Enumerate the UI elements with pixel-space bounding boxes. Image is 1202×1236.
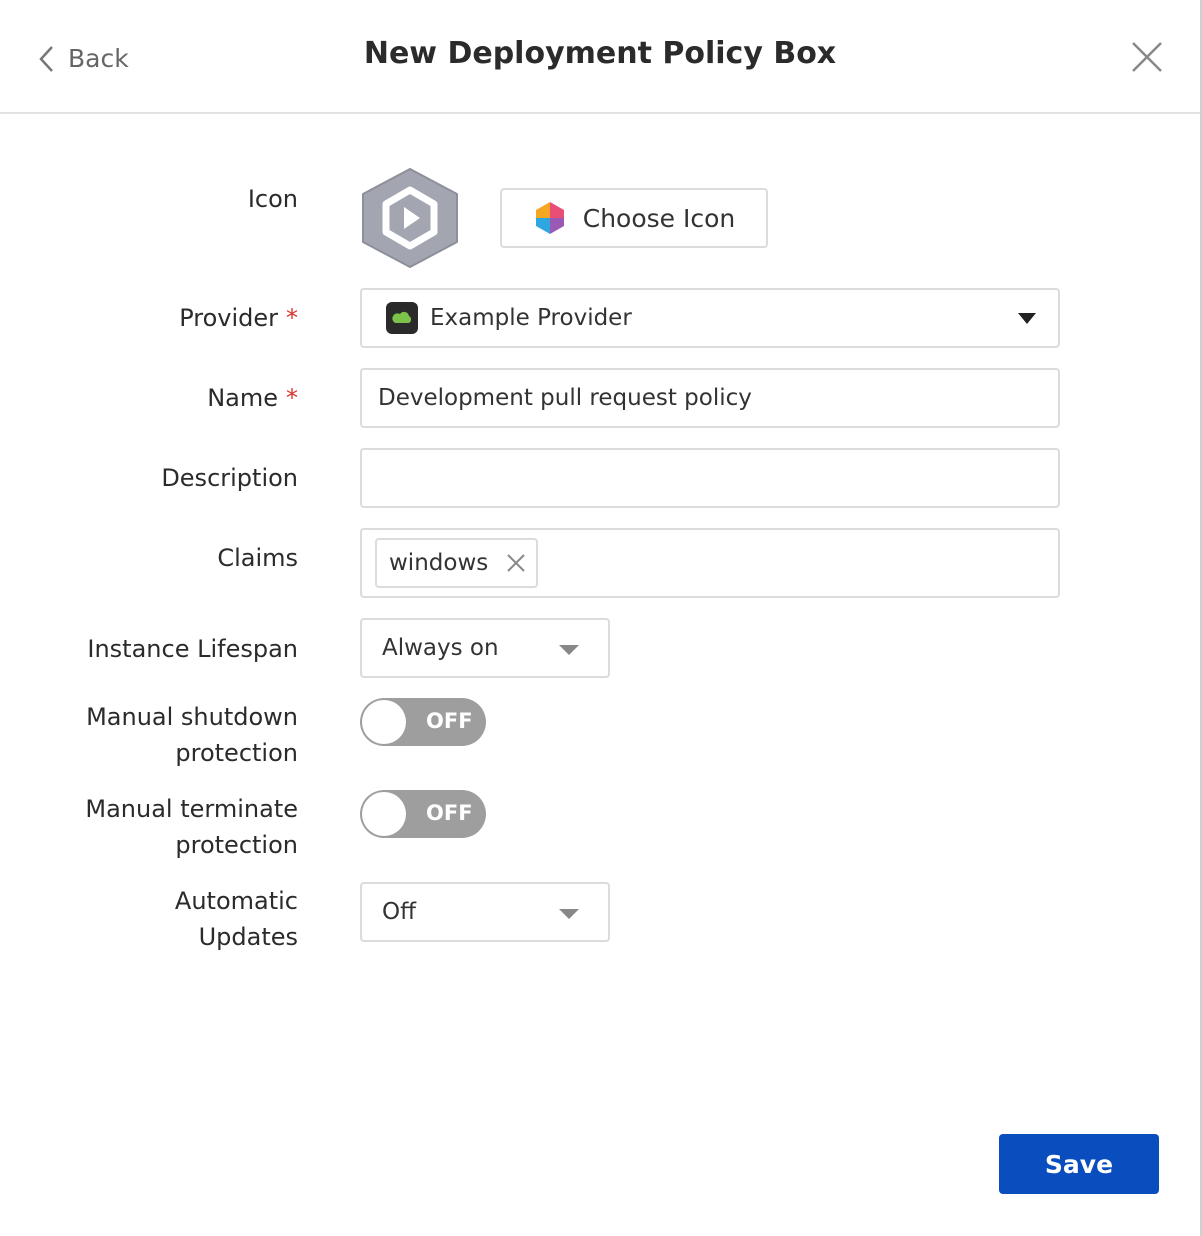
shutdown-label: Manual shutdown protection	[86, 703, 298, 767]
lifespan-label: Instance Lifespan	[87, 635, 298, 663]
choose-icon-button[interactable]: Choose Icon	[500, 188, 768, 248]
provider-value: Example Provider	[430, 305, 632, 331]
claim-tag-label: windows	[389, 550, 489, 576]
description-input[interactable]	[360, 448, 1060, 508]
dialog-header: Back New Deployment Policy Box	[0, 0, 1200, 114]
claims-label: Claims	[217, 544, 298, 572]
provider-label: Provider *	[179, 304, 298, 332]
description-label: Description	[161, 464, 298, 492]
policy-icon-preview	[362, 168, 458, 268]
color-wheel-icon	[535, 202, 564, 234]
lifespan-select[interactable]: Always on	[360, 618, 610, 678]
name-label: Name *	[207, 384, 298, 412]
caret-down-icon	[1018, 313, 1036, 324]
caret-down-icon	[559, 909, 579, 919]
terminate-protection-toggle[interactable]: OFF	[360, 790, 486, 838]
caret-down-icon	[559, 645, 579, 655]
save-button[interactable]: Save	[999, 1134, 1159, 1194]
provider-cloud-icon	[386, 302, 418, 334]
updates-label: Automatic Updates	[174, 887, 298, 951]
page-title: New Deployment Policy Box	[363, 36, 837, 71]
name-input[interactable]: Development pull request policy	[360, 368, 1060, 428]
icon-label: Icon	[247, 185, 298, 213]
updates-select[interactable]: Off	[360, 882, 610, 942]
choose-icon-label: Choose Icon	[582, 203, 736, 233]
shutdown-protection-toggle[interactable]: OFF	[360, 698, 486, 746]
terminate-label: Manual terminate protection	[85, 795, 298, 859]
updates-value: Off	[382, 899, 416, 925]
claims-input[interactable]: windows	[360, 528, 1060, 598]
lifespan-value: Always on	[382, 635, 499, 661]
remove-tag-icon[interactable]	[506, 553, 526, 573]
claim-tag: windows	[375, 538, 539, 588]
close-icon[interactable]	[1130, 40, 1164, 74]
provider-select[interactable]: Example Provider	[360, 288, 1060, 348]
